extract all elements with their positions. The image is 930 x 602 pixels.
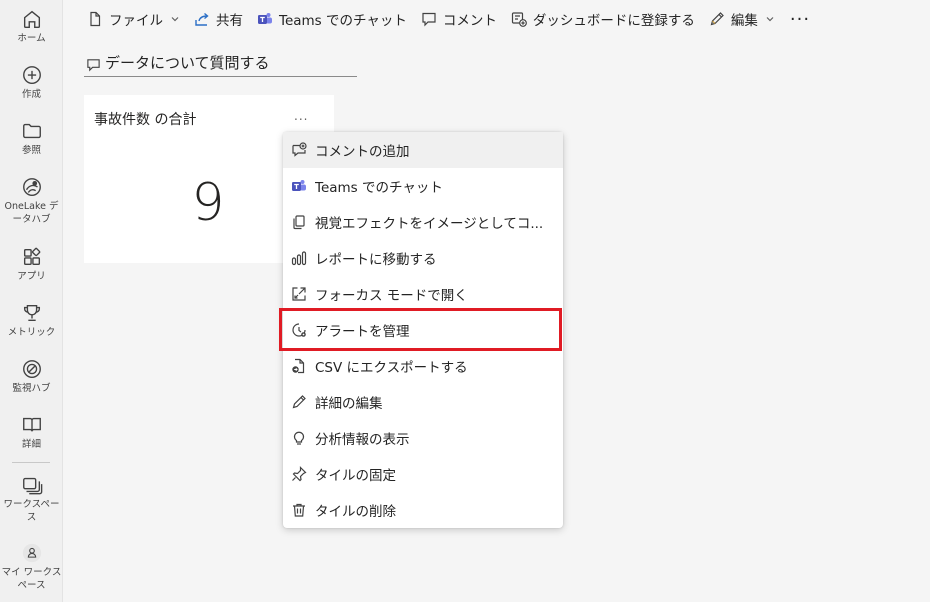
rail-label: アプリ xyxy=(17,271,46,282)
copy-icon xyxy=(293,215,305,230)
menu-item-go-to-report[interactable]: レポートに移動する xyxy=(283,240,563,276)
rail-item-monitor-hub[interactable]: 監視ハブ xyxy=(0,358,63,395)
pin-icon xyxy=(292,466,307,482)
menu-item-label: 視覚エフェクトをイメージとしてコ... xyxy=(315,216,544,232)
tile-title: 事故件数 の合計 xyxy=(94,112,197,128)
comment-icon xyxy=(422,12,436,27)
rail-label: 参照 xyxy=(21,145,41,156)
menu-item-export-csv[interactable]: CSV にエクスポートする xyxy=(283,348,563,384)
menu-item-label: アラートを管理 xyxy=(315,324,410,340)
menu-item-edit-details[interactable]: 詳細の編集 xyxy=(283,384,563,420)
tile-more-options-button[interactable]: ... xyxy=(294,109,308,123)
tile-context-menu: コメントの追加 Teams でのチャット 視覚エフェクトをイメージとしてコ...… xyxy=(283,132,563,528)
menu-item-label: タイルの固定 xyxy=(315,468,396,484)
menu-item-focus-mode[interactable]: フォーカス モードで開く xyxy=(283,276,563,312)
rail-label: OneLake データハブ xyxy=(4,201,59,225)
home-icon xyxy=(23,10,40,28)
menu-item-view-insights[interactable]: 分析情報の表示 xyxy=(283,420,563,456)
file-menu-button[interactable]: ファイル xyxy=(80,4,187,34)
menu-item-label: 分析情報の表示 xyxy=(315,432,410,448)
dashboard-add-icon xyxy=(511,12,527,27)
command-bar: ファイル 共有 Teams でのチャット コメント ダッシュボードに登録する 編… xyxy=(64,0,930,38)
folder-icon xyxy=(22,123,41,139)
monitor-hub-icon xyxy=(22,360,41,378)
menu-item-label: タイルの削除 xyxy=(315,504,396,520)
menu-item-delete-tile[interactable]: タイルの削除 xyxy=(283,492,563,528)
qa-question-box[interactable]: データについて質問する xyxy=(84,48,357,77)
plus-circle-icon xyxy=(22,66,41,84)
rail-item-create[interactable]: 作成 xyxy=(0,64,63,101)
rail-item-apps[interactable]: アプリ xyxy=(0,246,63,283)
rail-item-home[interactable]: ホーム xyxy=(0,8,63,45)
edit-menu-label: 編集 xyxy=(730,13,758,29)
menu-item-label: Teams でのチャット xyxy=(315,180,443,196)
chevron-down-icon xyxy=(766,17,774,22)
chevron-down-icon xyxy=(171,17,179,22)
rail-label: メトリック xyxy=(7,327,56,338)
chat-bubble-icon xyxy=(87,58,100,71)
qa-placeholder: データについて質問する xyxy=(105,53,270,72)
share-button[interactable]: 共有 xyxy=(187,4,250,34)
menu-item-label: CSV にエクスポートする xyxy=(315,360,468,376)
share-icon xyxy=(195,12,209,26)
focus-mode-icon xyxy=(292,287,306,301)
menu-item-label: 詳細の編集 xyxy=(315,396,383,412)
bar-chart-icon xyxy=(291,251,307,266)
teams-icon xyxy=(258,13,272,24)
edit-menu-button[interactable]: 編集 xyxy=(702,4,782,34)
rail-item-workspaces[interactable]: ワークスペース xyxy=(0,474,63,524)
menu-item-label: フォーカス モードで開く xyxy=(315,288,468,304)
rail-label: 監視ハブ xyxy=(12,383,51,394)
menu-item-label: レポートに移動する xyxy=(315,252,437,268)
menu-item-add-comment[interactable]: コメントの追加 xyxy=(283,132,563,168)
rail-label: 詳細 xyxy=(21,439,41,450)
export-icon xyxy=(292,358,305,374)
rail-item-browse[interactable]: 参照 xyxy=(0,120,63,157)
menu-item-copy-visual[interactable]: 視覚エフェクトをイメージとしてコ... xyxy=(283,204,563,240)
rail-label: 作成 xyxy=(21,89,41,100)
trophy-icon xyxy=(23,304,40,322)
rail-label: マイ ワークスペース xyxy=(1,567,62,591)
menu-item-pin-tile[interactable]: タイルの固定 xyxy=(283,456,563,492)
rail-separator xyxy=(12,462,50,463)
apps-icon xyxy=(23,247,40,266)
teams-icon xyxy=(292,180,306,191)
document-icon xyxy=(90,11,101,27)
pin-to-dashboard-label: ダッシュボードに登録する xyxy=(532,13,695,29)
pin-to-dashboard-button[interactable]: ダッシュボードに登録する xyxy=(504,4,702,34)
left-nav-rail: ホーム 作成 参照 OneLake データハブ アプリ メトリック 監視ハブ 詳… xyxy=(0,0,63,602)
menu-item-teams-chat[interactable]: Teams でのチャット xyxy=(283,168,563,204)
trash-icon xyxy=(293,503,305,517)
book-icon xyxy=(22,417,41,432)
my-workspace-icon xyxy=(22,543,41,563)
teams-chat-label: Teams でのチャット xyxy=(279,13,407,29)
rail-item-onelake[interactable]: OneLake データハブ xyxy=(0,176,63,226)
comment-button[interactable]: コメント xyxy=(414,4,504,34)
comment-add-icon xyxy=(292,142,307,157)
onelake-icon xyxy=(22,178,41,196)
file-menu-label: ファイル xyxy=(109,13,163,29)
alert-icon xyxy=(292,323,306,337)
comment-label: コメント xyxy=(442,13,497,29)
menu-item-manage-alerts[interactable]: アラートを管理 xyxy=(283,312,563,348)
rail-item-my-workspace[interactable]: マイ ワークスペース xyxy=(0,542,63,592)
more-options-button[interactable]: ··· xyxy=(782,4,818,34)
workspaces-icon xyxy=(22,477,42,495)
rail-label: ホーム xyxy=(17,33,46,44)
menu-item-label: コメントの追加 xyxy=(315,144,410,160)
rail-item-metrics[interactable]: メトリック xyxy=(0,302,63,339)
pencil-icon xyxy=(710,12,724,26)
rail-label: ワークスペース xyxy=(3,499,60,523)
lightbulb-icon xyxy=(293,431,305,445)
rail-item-learn[interactable]: 詳細 xyxy=(0,414,63,451)
pencil-icon xyxy=(292,395,306,409)
teams-chat-button[interactable]: Teams でのチャット xyxy=(250,4,414,34)
share-label: 共有 xyxy=(216,13,243,29)
